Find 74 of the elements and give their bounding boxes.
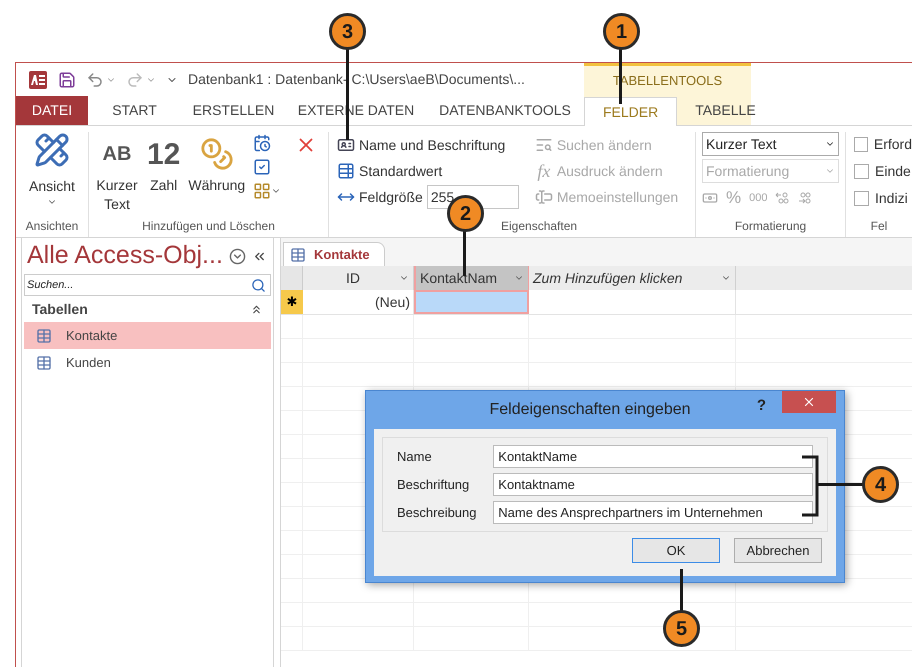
nav-item[interactable]: Kunden — [24, 349, 271, 376]
field-card-icon — [337, 136, 355, 154]
group-label: Hinzufügen und Löschen — [142, 218, 275, 235]
window-title: Datenbank1 : Datenbank- C:\Users\aeB\Documents\... — [188, 70, 525, 89]
group-label: Fel — [870, 218, 888, 235]
dialog-button[interactable]: OK — [632, 538, 720, 563]
type-glyph: 12 — [147, 136, 180, 172]
search-icon[interactable] — [251, 278, 266, 292]
ribbon-tab[interactable]: START — [88, 96, 181, 125]
checkbox-icon[interactable] — [253, 158, 272, 176]
close-button[interactable] — [782, 391, 836, 413]
ribbon-tab[interactable]: ERSTELLEN — [181, 96, 286, 125]
view-button[interactable]: Ansicht — [29, 132, 75, 217]
checkbox-label: Indizi — [875, 189, 908, 208]
table-properties-icon — [337, 162, 355, 180]
text-input-icon — [534, 188, 553, 206]
field-label: Name — [397, 448, 433, 466]
data-type-button[interactable]: Währung — [188, 132, 246, 217]
save-icon[interactable] — [58, 70, 76, 88]
coins-icon — [200, 137, 234, 171]
checkbox[interactable] — [854, 137, 868, 152]
leader-line — [680, 569, 683, 611]
data-type-select[interactable]: Kurzer Text — [702, 132, 839, 156]
function-glyph: fx — [536, 160, 552, 183]
ribbon-command[interactable]: Standardwert — [337, 158, 442, 184]
callout-number: 1 — [603, 13, 640, 50]
undo-icon[interactable] — [86, 70, 104, 88]
section-header[interactable]: Tabellen — [22, 296, 273, 322]
text-field[interactable]: Kontaktname — [493, 473, 813, 496]
checkbox-label: Einde — [875, 162, 911, 181]
ruler-pencil-icon — [34, 132, 70, 168]
help-button[interactable]: ? — [756, 395, 766, 418]
table-icon — [36, 328, 52, 344]
field-label: Beschriftung — [397, 476, 470, 494]
dialog-button[interactable]: Abbrechen — [734, 538, 822, 563]
table-icon — [290, 246, 306, 262]
text-field[interactable]: KontaktName — [493, 445, 813, 468]
dialog-title: Feldeigenschaften eingeben — [489, 400, 691, 420]
data-type-button[interactable]: 12 Zahl — [147, 132, 180, 217]
document-tab[interactable]: Kontakte — [283, 242, 385, 266]
search-field[interactable]: Suchen... — [24, 274, 271, 296]
selected-cell[interactable] — [414, 290, 529, 314]
new-record-marker: ✱ — [281, 290, 303, 314]
pane-title: Alle Access-Obj... — [27, 240, 223, 272]
ribbon-command[interactable]: Feldgröße — [337, 184, 423, 210]
checkbox[interactable] — [854, 191, 869, 206]
callout-number: 3 — [329, 13, 366, 50]
checkbox-label: Erford — [874, 135, 912, 154]
text-field[interactable]: Name des Ansprechpartners im Unternehmen — [493, 501, 813, 524]
nav-item[interactable]: Kontakte — [24, 322, 271, 349]
checkbox[interactable] — [854, 164, 869, 179]
field-label: Beschreibung — [397, 504, 478, 522]
data-type-button[interactable]: AB Kurzer Text — [95, 132, 139, 217]
ribbon-command[interactable]: Name und Beschriftung — [337, 132, 506, 158]
app-logo-icon — [28, 70, 48, 90]
group-label: Ansichten — [26, 218, 78, 235]
redo-icon[interactable] — [126, 70, 144, 88]
group-label: Eigenschaften — [501, 218, 578, 235]
column-header[interactable]: KontaktNam — [414, 266, 529, 290]
grid-icon[interactable] — [253, 182, 272, 200]
ribbon-tab[interactable]: TABELLE — [677, 96, 774, 125]
calendar-clock-icon[interactable] — [253, 134, 272, 152]
select-all-corner[interactable] — [281, 266, 303, 290]
group-label: Formatierung — [734, 218, 806, 235]
ribbon-tab[interactable]: FELDER — [584, 97, 678, 126]
text-search-icon — [534, 136, 553, 154]
table-icon — [36, 354, 52, 370]
bracket-line — [800, 455, 820, 517]
leader-line — [817, 483, 863, 486]
close-icon — [802, 395, 816, 409]
file-tab[interactable]: DATEI — [16, 96, 88, 125]
dropdown-icon[interactable] — [228, 248, 246, 264]
ribbon-tab[interactable]: DATENBANKTOOLS — [426, 96, 584, 125]
type-glyph: AB — [102, 142, 132, 166]
